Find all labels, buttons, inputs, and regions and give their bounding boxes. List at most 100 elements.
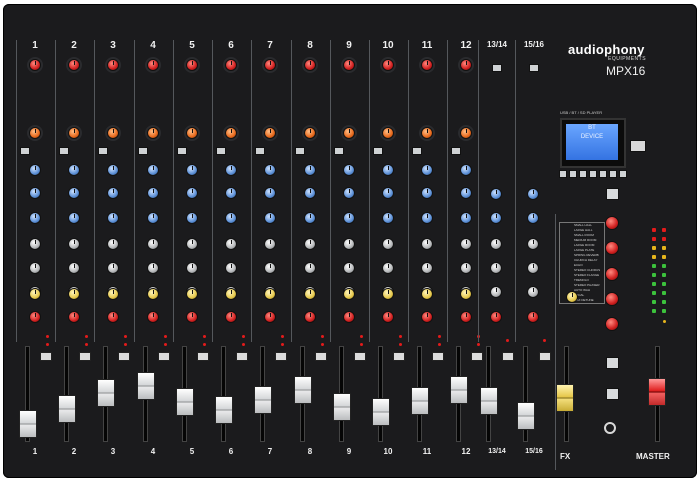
compressor-knob[interactable] — [382, 127, 394, 139]
master-level-knob[interactable] — [605, 241, 619, 255]
eq-knob[interactable] — [304, 187, 316, 199]
mute-button[interactable] — [236, 352, 248, 361]
compressor-button[interactable] — [412, 147, 422, 155]
channel-fader[interactable] — [19, 410, 37, 438]
aux-knob[interactable] — [147, 262, 159, 274]
mute-button[interactable] — [79, 352, 91, 361]
fx-fader[interactable] — [556, 384, 574, 412]
channel-fader[interactable] — [450, 376, 468, 404]
compressor-knob[interactable] — [107, 127, 119, 139]
eq-knob[interactable] — [68, 164, 80, 176]
eq-knob[interactable] — [460, 212, 472, 224]
fx-knob[interactable] — [304, 288, 316, 300]
fx-knob[interactable] — [382, 288, 394, 300]
master-level-knob[interactable] — [605, 267, 619, 281]
eq-knob[interactable] — [343, 212, 355, 224]
player-transport-button[interactable] — [559, 170, 567, 178]
eq-knob[interactable] — [490, 188, 502, 200]
eq-knob[interactable] — [421, 187, 433, 199]
usb-port[interactable] — [630, 140, 646, 152]
gain-knob[interactable] — [68, 59, 80, 71]
eq-knob[interactable] — [421, 212, 433, 224]
eq-knob[interactable] — [382, 187, 394, 199]
player-transport-button[interactable] — [609, 170, 617, 178]
aux-knob[interactable] — [304, 238, 316, 250]
mute-button[interactable] — [40, 352, 52, 361]
eq-knob[interactable] — [186, 187, 198, 199]
playback-button[interactable] — [606, 357, 619, 369]
aux-knob[interactable] — [29, 262, 41, 274]
master-level-knob[interactable] — [605, 317, 619, 331]
aux-knob[interactable] — [490, 238, 502, 250]
channel-fader[interactable] — [58, 395, 76, 423]
fx-knob[interactable] — [68, 288, 80, 300]
eq-knob[interactable] — [225, 187, 237, 199]
pan-knob[interactable] — [527, 311, 539, 323]
aux-knob[interactable] — [421, 238, 433, 250]
pan-knob[interactable] — [107, 311, 119, 323]
player-transport-button[interactable] — [579, 170, 587, 178]
mute-button[interactable] — [118, 352, 130, 361]
main-mix-button[interactable] — [606, 388, 619, 400]
fx-knob[interactable] — [264, 288, 276, 300]
compressor-knob[interactable] — [29, 127, 41, 139]
eq-knob[interactable] — [304, 212, 316, 224]
aux-knob[interactable] — [343, 262, 355, 274]
channel-fader[interactable] — [97, 379, 115, 407]
compressor-knob[interactable] — [343, 127, 355, 139]
pan-knob[interactable] — [225, 311, 237, 323]
channel-fader[interactable] — [372, 398, 390, 426]
channel-fader[interactable] — [480, 387, 498, 415]
eq-knob[interactable] — [527, 212, 539, 224]
aux-knob[interactable] — [304, 262, 316, 274]
stereo-mode-button[interactable] — [529, 64, 539, 72]
mute-button[interactable] — [502, 352, 514, 361]
eq-knob[interactable] — [343, 164, 355, 176]
mute-button[interactable] — [275, 352, 287, 361]
pan-knob[interactable] — [186, 311, 198, 323]
gain-knob[interactable] — [460, 59, 472, 71]
aux-knob[interactable] — [490, 262, 502, 274]
eq-knob[interactable] — [186, 212, 198, 224]
aux-knob[interactable] — [264, 238, 276, 250]
eq-knob[interactable] — [225, 164, 237, 176]
gain-knob[interactable] — [107, 59, 119, 71]
pan-knob[interactable] — [68, 311, 80, 323]
pan-knob[interactable] — [264, 311, 276, 323]
player-transport-button[interactable] — [569, 170, 577, 178]
master-level-knob[interactable] — [605, 292, 619, 306]
fx-knob[interactable] — [29, 288, 41, 300]
mute-button[interactable] — [393, 352, 405, 361]
mute-button[interactable] — [354, 352, 366, 361]
aux-knob[interactable] — [527, 238, 539, 250]
eq-knob[interactable] — [264, 187, 276, 199]
pan-knob[interactable] — [490, 311, 502, 323]
gain-knob[interactable] — [304, 59, 316, 71]
pan-knob[interactable] — [343, 311, 355, 323]
fx-knob[interactable] — [225, 288, 237, 300]
eq-knob[interactable] — [107, 212, 119, 224]
mute-button[interactable] — [315, 352, 327, 361]
eq-knob[interactable] — [107, 187, 119, 199]
channel-fader[interactable] — [254, 386, 272, 414]
channel-fader[interactable] — [137, 372, 155, 400]
gain-knob[interactable] — [343, 59, 355, 71]
eq-knob[interactable] — [421, 164, 433, 176]
master-fader[interactable] — [648, 378, 666, 406]
eq-knob[interactable] — [382, 164, 394, 176]
pan-knob[interactable] — [29, 311, 41, 323]
aux-knob[interactable] — [147, 238, 159, 250]
channel-fader[interactable] — [333, 393, 351, 421]
player-transport-button[interactable] — [619, 170, 627, 178]
player-transport-button[interactable] — [599, 170, 607, 178]
channel-fader[interactable] — [294, 376, 312, 404]
aux-knob[interactable] — [186, 262, 198, 274]
eq-knob[interactable] — [382, 212, 394, 224]
eq-knob[interactable] — [186, 164, 198, 176]
eq-knob[interactable] — [264, 164, 276, 176]
mute-button[interactable] — [539, 352, 551, 361]
aux-knob[interactable] — [421, 262, 433, 274]
compressor-button[interactable] — [20, 147, 30, 155]
eq-knob[interactable] — [68, 212, 80, 224]
gain-knob[interactable] — [225, 59, 237, 71]
